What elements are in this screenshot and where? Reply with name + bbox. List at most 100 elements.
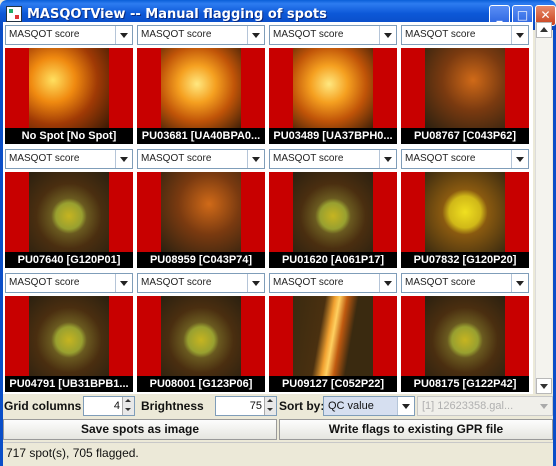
score-select-value: MASQOT score xyxy=(141,153,212,164)
brightness-value: 75 xyxy=(249,400,262,412)
score-select-value: MASQOT score xyxy=(141,277,212,288)
spot-grid: MASQOT score No Spot [No Spot] MASQOT scor… xyxy=(3,22,533,394)
spot-image[interactable] xyxy=(5,172,133,252)
spinner-up-icon[interactable] xyxy=(264,397,276,406)
spot-cell[interactable]: MASQOT score PU08001 [G123P06] xyxy=(135,270,267,393)
spot-image[interactable] xyxy=(269,172,397,252)
spot-cell[interactable]: MASQOT score No Spot [No Spot] xyxy=(3,22,135,145)
spot-image[interactable] xyxy=(137,48,265,128)
spot-cell[interactable]: MASQOT score PU04791 [UB31BPB1... xyxy=(3,270,135,393)
score-select-value: MASQOT score xyxy=(141,29,212,40)
scroll-up-button[interactable] xyxy=(536,22,552,38)
spot-label: PU01620 [A061P17] xyxy=(269,252,397,268)
sort-by-value: QC value xyxy=(328,400,374,412)
window-title: MASQOTView -- Manual flagging of spots xyxy=(27,7,327,22)
spot-label: PU08767 [C043P62] xyxy=(401,128,529,144)
file-select: [1] 12623358.gal... xyxy=(417,396,553,416)
spot-thumbnail xyxy=(161,296,241,376)
chevron-down-icon[interactable] xyxy=(115,274,132,292)
spot-label: PU08959 [C043P74] xyxy=(137,252,265,268)
chevron-down-icon[interactable] xyxy=(247,274,264,292)
chevron-down-icon[interactable] xyxy=(379,150,396,168)
spot-label: PU04791 [UB31BPB1... xyxy=(5,376,133,392)
spot-image[interactable] xyxy=(137,296,265,376)
score-select[interactable]: MASQOT score xyxy=(269,149,397,169)
spot-label: PU03681 [UA40BPA0... xyxy=(137,128,265,144)
spot-cell[interactable]: MASQOT score PU03681 [UA40BPA0... xyxy=(135,22,267,145)
score-select-value: MASQOT score xyxy=(273,29,344,40)
score-select[interactable]: MASQOT score xyxy=(401,273,529,293)
app-icon xyxy=(6,6,22,22)
chevron-down-icon[interactable] xyxy=(247,26,264,44)
chevron-down-icon[interactable] xyxy=(115,150,132,168)
spot-label: PU08175 [G122P42] xyxy=(401,376,529,392)
spot-thumbnail xyxy=(293,172,373,252)
save-spots-button[interactable]: Save spots as image xyxy=(3,419,277,440)
score-select-value: MASQOT score xyxy=(9,153,80,164)
spot-label: PU03489 [UA37BPH0... xyxy=(269,128,397,144)
brightness-spinner[interactable]: 75 xyxy=(215,396,277,416)
spot-cell[interactable]: MASQOT score PU08767 [C043P62] xyxy=(399,22,531,145)
spot-thumbnail xyxy=(293,296,373,376)
score-select[interactable]: MASQOT score xyxy=(269,25,397,45)
scroll-down-button[interactable] xyxy=(536,378,552,394)
score-select[interactable]: MASQOT score xyxy=(137,149,265,169)
spinner-down-icon[interactable] xyxy=(264,406,276,415)
chevron-down-icon[interactable] xyxy=(115,26,132,44)
grid-columns-spinner[interactable]: 4 xyxy=(83,396,135,416)
chevron-down-icon[interactable] xyxy=(379,274,396,292)
score-select[interactable]: MASQOT score xyxy=(137,273,265,293)
chevron-down-icon[interactable] xyxy=(379,26,396,44)
sort-by-label: Sort by: xyxy=(279,399,325,413)
score-select-value: MASQOT score xyxy=(9,29,80,40)
spot-cell[interactable]: MASQOT score PU07832 [G120P20] xyxy=(399,146,531,269)
vertical-scrollbar[interactable] xyxy=(535,22,552,394)
spot-image[interactable] xyxy=(5,48,133,128)
spot-cell[interactable]: MASQOT score PU08175 [G122P42] xyxy=(399,270,531,393)
spot-image[interactable] xyxy=(401,172,529,252)
chevron-down-icon[interactable] xyxy=(247,150,264,168)
score-select[interactable]: MASQOT score xyxy=(137,25,265,45)
spot-cell[interactable]: MASQOT score PU03489 [UA37BPH0... xyxy=(267,22,399,145)
score-select[interactable]: MASQOT score xyxy=(5,273,133,293)
write-flags-button[interactable]: Write flags to existing GPR file xyxy=(279,419,553,440)
spot-image[interactable] xyxy=(137,172,265,252)
spot-image[interactable] xyxy=(401,296,529,376)
score-select-value: MASQOT score xyxy=(273,277,344,288)
chevron-down-icon[interactable] xyxy=(397,397,414,415)
grid-columns-value: 4 xyxy=(113,400,120,412)
spot-thumbnail xyxy=(161,48,241,128)
spot-image[interactable] xyxy=(269,296,397,376)
spot-image[interactable] xyxy=(5,296,133,376)
controls-row: Grid columns 4 Brightness 75 Sort by: QC… xyxy=(3,396,553,418)
score-select[interactable]: MASQOT score xyxy=(5,25,133,45)
score-select-value: MASQOT score xyxy=(405,29,476,40)
spot-thumbnail xyxy=(29,172,109,252)
spinner-up-icon[interactable] xyxy=(122,397,134,406)
spot-cell[interactable]: MASQOT score PU09127 [C052P22] xyxy=(267,270,399,393)
grid-columns-label: Grid columns xyxy=(4,399,82,413)
spot-thumbnail xyxy=(425,296,505,376)
spot-thumbnail xyxy=(293,48,373,128)
status-bar: 717 spot(s), 705 flagged. xyxy=(3,442,553,463)
file-select-value: [1] 12623358.gal... xyxy=(422,400,514,412)
sort-by-select[interactable]: QC value xyxy=(323,396,415,416)
spot-label: PU08001 [G123P06] xyxy=(137,376,265,392)
spot-thumbnail xyxy=(161,172,241,252)
spot-cell[interactable]: MASQOT score PU01620 [A061P17] xyxy=(267,146,399,269)
chevron-down-icon xyxy=(536,397,552,415)
spot-label: PU07832 [G120P20] xyxy=(401,252,529,268)
score-select[interactable]: MASQOT score xyxy=(5,149,133,169)
score-select[interactable]: MASQOT score xyxy=(269,273,397,293)
spot-cell[interactable]: MASQOT score PU08959 [C043P74] xyxy=(135,146,267,269)
brightness-label: Brightness xyxy=(141,399,204,413)
score-select[interactable]: MASQOT score xyxy=(401,25,529,45)
chevron-down-icon[interactable] xyxy=(511,274,528,292)
spot-image[interactable] xyxy=(269,48,397,128)
chevron-down-icon[interactable] xyxy=(511,26,528,44)
score-select[interactable]: MASQOT score xyxy=(401,149,529,169)
spot-image[interactable] xyxy=(401,48,529,128)
spot-cell[interactable]: MASQOT score PU07640 [G120P01] xyxy=(3,146,135,269)
chevron-down-icon[interactable] xyxy=(511,150,528,168)
spinner-down-icon[interactable] xyxy=(122,406,134,415)
